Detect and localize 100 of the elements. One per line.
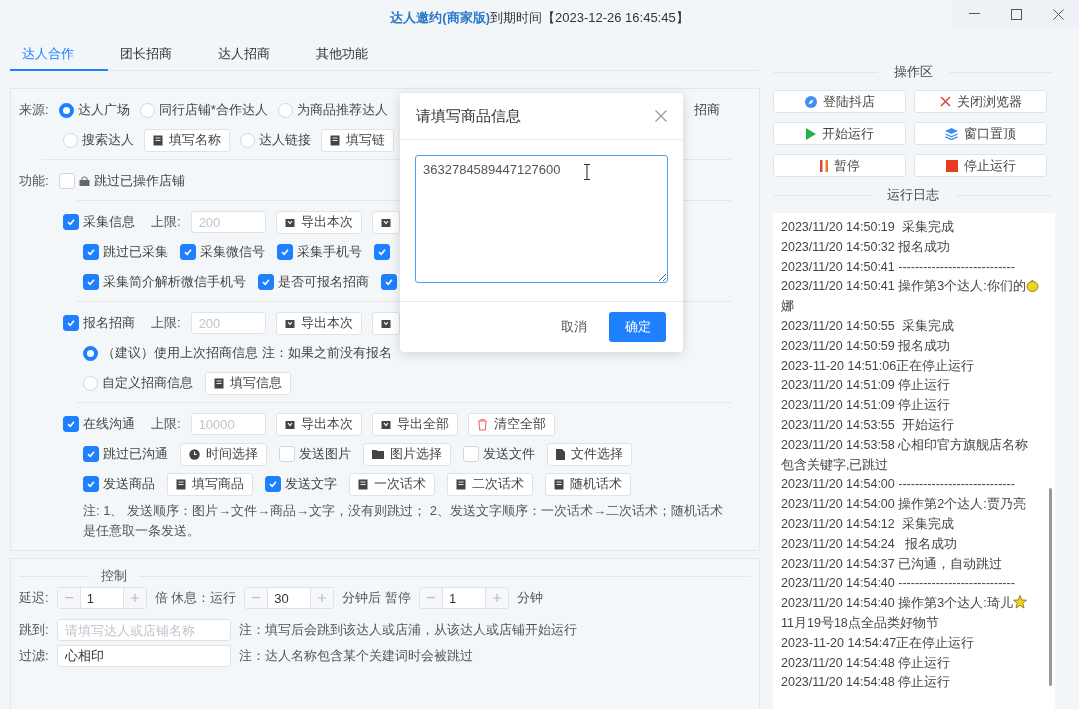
field-label: 过滤: [19, 647, 49, 665]
checkbox-label[interactable]: 发送文字 [285, 475, 337, 493]
export-button[interactable]: 导出全部 [371, 412, 458, 436]
checkbox[interactable] [83, 274, 99, 290]
stop-icon [945, 159, 958, 172]
fill-in-button[interactable]: 随机话术 [545, 472, 631, 496]
field-label: 分钟后 暂停 [342, 589, 411, 607]
log-entry: 11月19号18点全品类好物节 [781, 615, 939, 630]
tab[interactable]: 达人招商 [206, 38, 304, 71]
jump-field[interactable]: 请填写达人或店铺名称 [56, 619, 231, 641]
clear-button[interactable]: 清空全部 [467, 412, 555, 436]
checkbox-label[interactable]: 在线沟通 [83, 415, 135, 433]
fill-in-button[interactable]: 填写名称 [144, 128, 230, 152]
limit-field[interactable]: 200 [190, 211, 266, 233]
checkbox-label[interactable]: 报名招商 [83, 314, 135, 332]
checkbox[interactable] [63, 315, 79, 331]
radio-label[interactable]: 自定义招商信息 [102, 374, 193, 392]
fill-in-button[interactable]: 二次话术 [447, 472, 533, 496]
radio-label[interactable]: 同行店铺*合作达人 [158, 101, 268, 119]
folder-icon [372, 449, 384, 459]
play-icon [805, 127, 816, 140]
tab[interactable]: 达人合作 [10, 38, 108, 71]
checkbox[interactable] [381, 274, 397, 290]
radio-label[interactable]: 达人广场 [77, 101, 130, 119]
check-icon [280, 247, 290, 257]
export-button[interactable]: 导出本次 [275, 210, 362, 234]
scrollbar[interactable] [1049, 488, 1052, 686]
login-button[interactable]: 登陆抖店 [773, 90, 906, 113]
pause-button[interactable]: 暂停 [773, 154, 906, 177]
export-button[interactable]: 导出本次 [275, 412, 362, 436]
check-icon [261, 277, 271, 287]
number-field[interactable]: 1 [79, 588, 124, 608]
stop-button[interactable]: 停止运行 [914, 154, 1047, 177]
radio-button[interactable] [58, 102, 74, 118]
checkbox[interactable] [265, 476, 281, 492]
radio-label[interactable]: 达人链接 [259, 131, 311, 149]
time-select-button[interactable]: 时间选择 [180, 442, 267, 466]
checkbox-label[interactable]: 是否可报名招商 [278, 273, 369, 291]
product-field[interactable]: 3632784589447127600 [415, 155, 668, 283]
checkbox-label[interactable]: 发送文件 [483, 445, 535, 463]
checkbox-label[interactable]: 跳过已操作店铺 [93, 172, 185, 190]
checkbox-label[interactable]: 发送商品 [103, 475, 155, 493]
radio-label[interactable]: （建议）使用上次招商信息 注：如果之前没有报名 [102, 344, 392, 362]
pin-window-button[interactable]: 窗口置顶 [914, 122, 1047, 145]
checkbox-label[interactable]: 跳过已沟通 [103, 445, 168, 463]
checkbox[interactable] [83, 446, 99, 462]
star-icon [1012, 595, 1027, 610]
checkbox[interactable] [180, 244, 196, 260]
checkbox[interactable] [83, 476, 99, 492]
checkbox[interactable] [374, 244, 390, 260]
window-title: 达人邀约(商家版)到期时间【2023-12-26 16:45:45】 [390, 9, 689, 27]
close-browser-button[interactable]: 关闭浏览器 [914, 90, 1047, 113]
check-icon [86, 479, 96, 489]
close-icon[interactable] [655, 110, 667, 122]
checkbox-label[interactable]: 采集简介解析微信手机号 [103, 273, 246, 291]
field-label: 分钟 [516, 589, 543, 607]
radio-label[interactable]: 为商品推荐达人 [296, 101, 388, 119]
file-select-button[interactable]: 文件选择 [547, 442, 632, 466]
export-button[interactable] [371, 311, 400, 335]
export-button[interactable]: 导出本次 [275, 311, 362, 335]
number-field[interactable]: 30 [267, 588, 312, 608]
tab[interactable]: 其他功能 [304, 38, 402, 71]
tab[interactable]: 团长招商 [108, 38, 206, 71]
close-icon [1052, 8, 1064, 20]
checkbox-label[interactable]: 跳过已采集 [103, 243, 168, 261]
checkbox[interactable] [83, 244, 99, 260]
field-label: 延迟: [19, 589, 49, 607]
radio-label[interactable]: 招商 [693, 101, 720, 119]
checkbox[interactable] [277, 244, 293, 260]
checkbox-label[interactable]: 发送图片 [299, 445, 351, 463]
number-field[interactable]: 1 [441, 588, 486, 608]
radio-button[interactable] [83, 345, 98, 361]
number-stepper[interactable]: 1 [56, 587, 147, 609]
number-stepper[interactable]: 1 [418, 587, 509, 609]
limit-field[interactable]: 10000 [190, 413, 266, 435]
image-select-button[interactable]: 图片选择 [363, 442, 451, 466]
checkbox[interactable] [63, 416, 79, 432]
note-text: 注: 1、 发送顺序：图片→文件→商品→文字，没有则跳过； 2、发送文字顺序：一次话术→二次话术；随机话术是任意取一条发送。 [83, 502, 724, 540]
number-stepper[interactable]: 30 [244, 587, 335, 609]
cancel-button[interactable]: 取消 [555, 317, 593, 337]
book-icon [153, 134, 163, 146]
limit-field[interactable]: 200 [190, 312, 266, 334]
log-entry: 2023-11-20 14:54:47正在停止运行 [781, 635, 975, 650]
radio-label[interactable]: 搜索达人 [82, 131, 134, 149]
checkbox-label[interactable]: 采集手机号 [297, 243, 362, 261]
section-title: 控制 [101, 567, 127, 585]
fill-in-button[interactable]: 填写链 [321, 128, 394, 152]
confirm-button[interactable]: 确定 [609, 312, 666, 342]
fill-in-button[interactable]: 填写商品 [167, 472, 253, 496]
fill-in-button[interactable]: 填写信息 [205, 371, 291, 395]
plus-icon [492, 594, 501, 602]
start-button[interactable]: 开始运行 [773, 122, 906, 145]
export-button[interactable] [371, 210, 400, 234]
log-entry: 2023/11/20 14:54:00 ---------------------------- [781, 477, 1015, 492]
filter-field[interactable]: 心相印 [56, 645, 231, 667]
fill-in-button[interactable]: 一次话术 [349, 472, 435, 496]
checkbox[interactable] [63, 214, 79, 230]
checkbox[interactable] [258, 274, 274, 290]
checkbox-label[interactable]: 采集信息 [83, 213, 135, 231]
checkbox-label[interactable]: 采集微信号 [200, 243, 265, 261]
